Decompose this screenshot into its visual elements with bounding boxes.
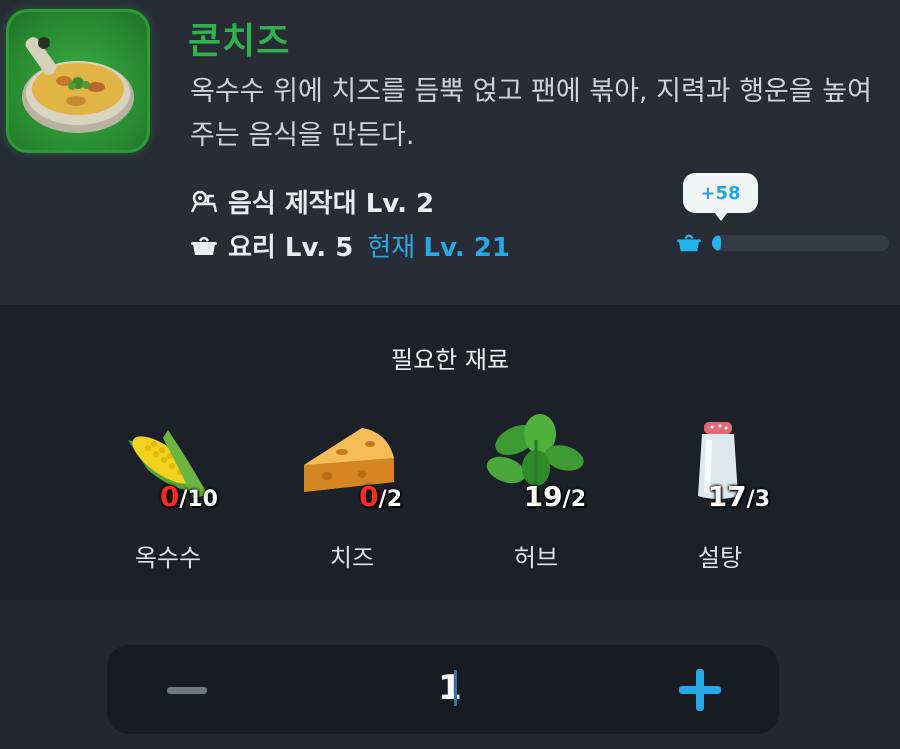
material-name: 옥수수 <box>134 544 202 572</box>
material-item-sugar[interactable]: 17/3 설탕 <box>660 410 780 580</box>
skill-requirement: 요리 Lv. 5 현재 Lv. 21 <box>190 227 510 264</box>
cooking-pot-icon <box>191 236 217 255</box>
plus-icon[interactable] <box>679 669 721 711</box>
material-have: 19 <box>523 480 563 513</box>
material-have: 0 <box>359 480 379 513</box>
material-count: 19/2 <box>524 480 586 513</box>
corn-cheese-pan-icon <box>6 9 150 153</box>
material-need: /3 <box>746 487 770 512</box>
material-name: 설탕 <box>697 544 743 572</box>
station-requirement: 음식 제작대 Lv. 2 <box>190 183 434 220</box>
material-have: 0 <box>159 480 180 513</box>
current-level: 현재 Lv. 21 <box>367 227 510 264</box>
material-need: /10 <box>179 487 218 512</box>
text-cursor <box>454 670 457 706</box>
xp-progress-bar <box>712 235 889 251</box>
xp-progress-fill <box>712 235 721 251</box>
crafting-station-icon <box>190 190 218 213</box>
xp-cooking-pot-icon <box>677 234 701 252</box>
material-item-herb[interactable]: 19/2 허브 <box>476 410 596 580</box>
recipe-title: 콘치즈 <box>188 21 291 62</box>
station-requirement-label: 음식 제작대 Lv. 2 <box>228 189 435 219</box>
current-level-label: 현재 <box>367 233 416 263</box>
material-need: /2 <box>378 487 402 512</box>
material-item-corn[interactable]: 0/10 옥수수 <box>108 410 228 580</box>
material-item-cheese[interactable]: 0/2 치즈 <box>292 410 412 580</box>
minus-icon[interactable] <box>167 687 207 694</box>
current-level-value: Lv. 21 <box>423 233 510 263</box>
recipe-description: 옥수수 위에 치즈를 듬뿍 얹고 팬에 볶아, 지력과 행운을 높여주는 음식을… <box>190 76 872 151</box>
material-count: 0/2 <box>359 480 402 513</box>
material-name: 허브 <box>513 544 559 572</box>
skill-requirement-label: 요리 Lv. 5 <box>228 233 354 263</box>
quantity-input[interactable]: 1 <box>400 668 500 708</box>
material-count: 17/3 <box>708 480 770 513</box>
material-name: 치즈 <box>329 544 375 572</box>
material-count: 0/10 <box>160 480 218 513</box>
material-have: 17 <box>707 480 747 513</box>
materials-title: 필요한 재료 <box>390 346 510 374</box>
material-need: /2 <box>562 487 586 512</box>
xp-gain-bubble: +58 <box>683 173 758 221</box>
